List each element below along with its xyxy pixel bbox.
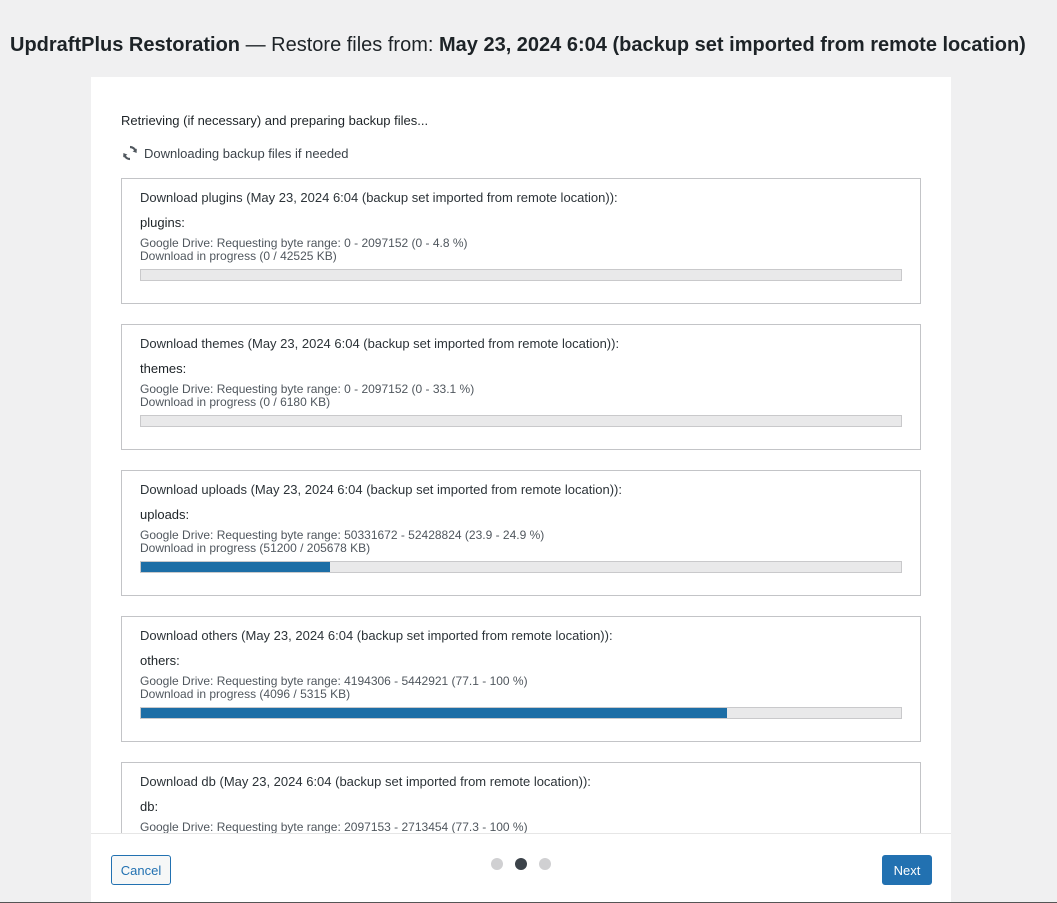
download-range: Google Drive: Requesting byte range: 209… bbox=[140, 820, 528, 833]
download-status-text: Downloading backup files if needed bbox=[144, 145, 349, 161]
page-title-separator: — bbox=[245, 34, 266, 56]
download-progress-text: Download in progress (51200 / 205678 KB) bbox=[140, 541, 371, 555]
page-title: UpdraftPlus Restoration — Restore files … bbox=[10, 34, 1026, 57]
step-dot bbox=[491, 858, 503, 870]
download-range: Google Drive: Requesting byte range: 0 -… bbox=[140, 382, 475, 396]
progress-bar bbox=[140, 707, 902, 719]
intro-text: Retrieving (if necessary) and preparing … bbox=[121, 113, 429, 128]
download-title: Download uploads (May 23, 2024 6:04 (bac… bbox=[140, 482, 622, 497]
page-title-date: May 23, 2024 6:04 (backup set imported f… bbox=[438, 34, 1026, 56]
download-title: Download others (May 23, 2024 6:04 (back… bbox=[140, 628, 613, 643]
refresh-icon bbox=[122, 145, 138, 161]
download-status: Downloading backup files if needed bbox=[122, 145, 349, 161]
step-dot bbox=[539, 858, 551, 870]
download-entity: uploads: bbox=[140, 507, 190, 522]
progress-bar bbox=[140, 415, 902, 427]
download-entity: others: bbox=[140, 653, 180, 668]
download-progress-text: Download in progress (4096 / 5315 KB) bbox=[140, 687, 351, 701]
download-progress-text: Download in progress (0 / 6180 KB) bbox=[140, 395, 331, 409]
wizard-footer: Cancel Next bbox=[91, 833, 951, 903]
page-title-brand: UpdraftPlus Restoration bbox=[10, 34, 241, 56]
download-box-themes: Download themes (May 23, 2024 6:04 (back… bbox=[121, 324, 921, 450]
step-indicator bbox=[491, 858, 551, 870]
progress-bar bbox=[140, 269, 902, 281]
download-box-db: Download db (May 23, 2024 6:04 (backup s… bbox=[121, 762, 921, 833]
download-entity: themes: bbox=[140, 361, 187, 376]
progress-bar bbox=[140, 561, 902, 573]
download-entity: db: bbox=[140, 799, 159, 814]
download-box-others: Download others (May 23, 2024 6:04 (back… bbox=[121, 616, 921, 742]
download-range: Google Drive: Requesting byte range: 0 -… bbox=[140, 236, 468, 250]
cancel-button[interactable]: Cancel bbox=[111, 855, 171, 885]
download-range: Google Drive: Requesting byte range: 503… bbox=[140, 528, 545, 542]
download-progress-text: Download in progress (0 / 42525 KB) bbox=[140, 249, 337, 263]
download-title: Download plugins (May 23, 2024 6:04 (bac… bbox=[140, 190, 618, 205]
download-box-plugins: Download plugins (May 23, 2024 6:04 (bac… bbox=[121, 178, 921, 304]
download-entity: plugins: bbox=[140, 215, 185, 230]
progress-fill bbox=[141, 562, 331, 572]
restore-scroll-area[interactable]: Retrieving (if necessary) and preparing … bbox=[91, 77, 951, 833]
page-title-prefix: Restore files from: bbox=[271, 34, 434, 56]
download-title: Download themes (May 23, 2024 6:04 (back… bbox=[140, 336, 620, 351]
download-box-uploads: Download uploads (May 23, 2024 6:04 (bac… bbox=[121, 470, 921, 596]
step-dot bbox=[515, 858, 527, 870]
progress-fill bbox=[141, 708, 727, 718]
restore-panel: Retrieving (if necessary) and preparing … bbox=[91, 77, 951, 903]
download-title: Download db (May 23, 2024 6:04 (backup s… bbox=[140, 774, 591, 789]
next-button[interactable]: Next bbox=[882, 855, 932, 885]
download-range: Google Drive: Requesting byte range: 419… bbox=[140, 674, 528, 688]
